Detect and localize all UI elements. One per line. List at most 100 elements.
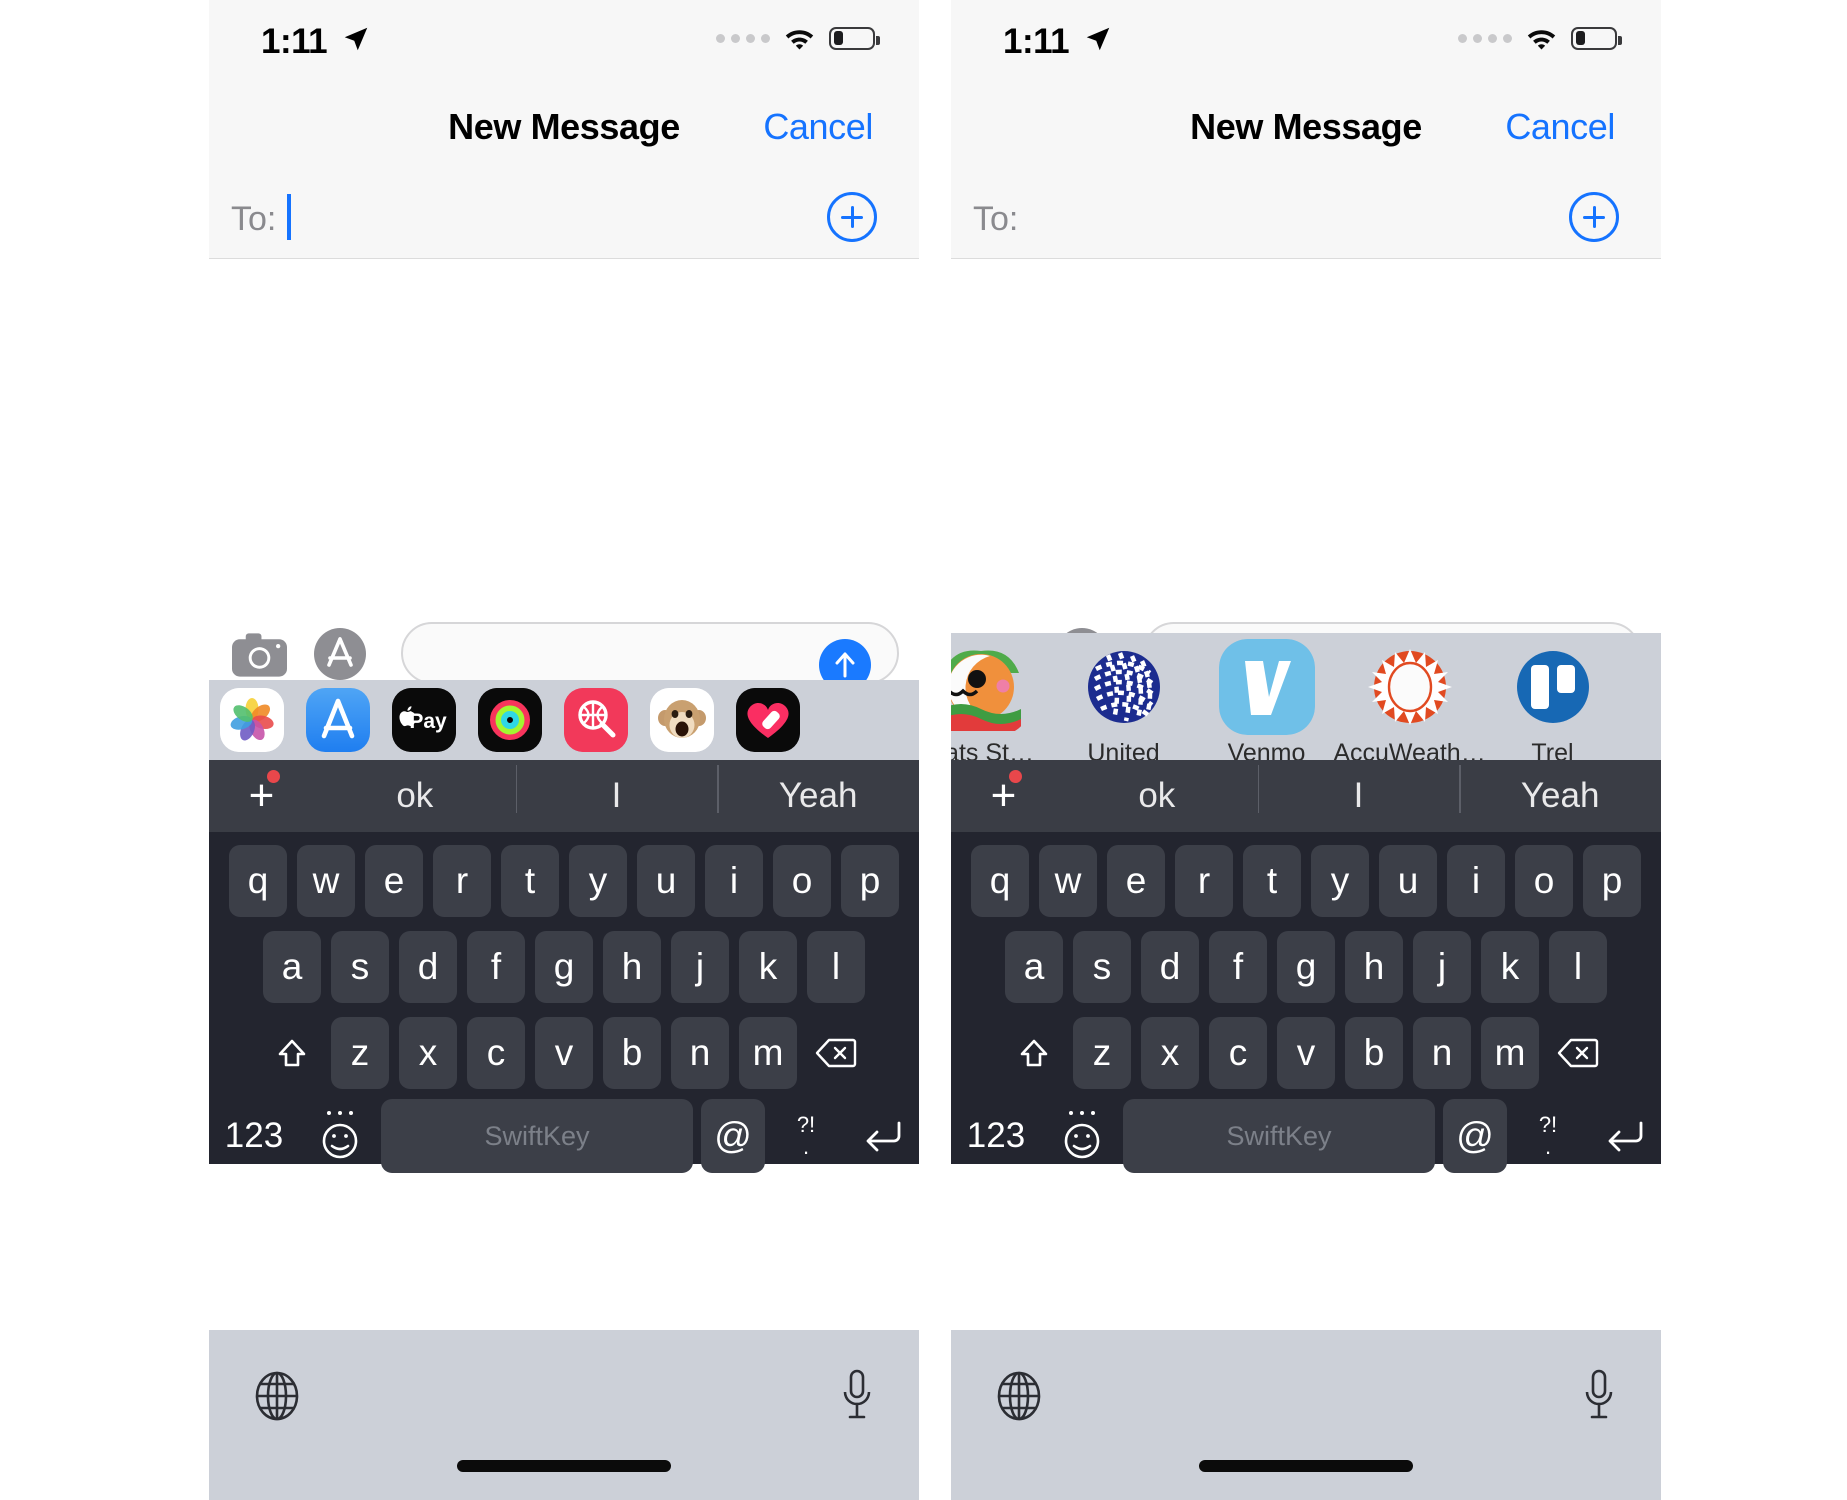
app-drawer-item-accuweather[interactable]: AccuWeath… <box>1333 639 1486 760</box>
key-g[interactable]: g <box>535 931 593 1003</box>
key-x[interactable]: x <box>1141 1017 1199 1089</box>
swiftkey-keyboard[interactable]: q w e r t y u i o p a s d f g h j k l z … <box>209 832 919 1173</box>
key-p[interactable]: p <box>841 845 899 917</box>
key-f[interactable]: f <box>467 931 525 1003</box>
key-y[interactable]: y <box>1311 845 1369 917</box>
key-w[interactable]: w <box>1039 845 1097 917</box>
key-o[interactable]: o <box>773 845 831 917</box>
key-v[interactable]: v <box>1277 1017 1335 1089</box>
key-r[interactable]: r <box>433 845 491 917</box>
key-l[interactable]: l <box>1549 931 1607 1003</box>
key-p[interactable]: p <box>1583 845 1641 917</box>
key-m[interactable]: m <box>739 1017 797 1089</box>
swiftkey-keyboard[interactable]: q w e r t y u i o p a s d f g h j k l z … <box>951 832 1661 1173</box>
suggestion-item-2[interactable]: I <box>1257 765 1460 816</box>
microphone-icon[interactable] <box>1581 1368 1617 1424</box>
key-u[interactable]: u <box>1379 845 1437 917</box>
space-key[interactable]: SwiftKey <box>381 1099 693 1173</box>
add-contact-plus-icon[interactable] <box>1569 192 1619 242</box>
key-m[interactable]: m <box>1481 1017 1539 1089</box>
key-b[interactable]: b <box>603 1017 661 1089</box>
return-enter-icon[interactable] <box>847 1118 919 1154</box>
app-drawer-item-news[interactable]: News <box>553 688 639 752</box>
emoji-smiley-icon[interactable] <box>307 1107 373 1165</box>
key-k[interactable]: k <box>739 931 797 1003</box>
add-contact-plus-icon[interactable] <box>827 192 877 242</box>
cancel-button[interactable]: Cancel <box>763 106 873 148</box>
recipient-field-row[interactable]: To: <box>951 178 1661 259</box>
suggestion-item-1[interactable]: ok <box>314 776 516 816</box>
key-w[interactable]: w <box>297 845 355 917</box>
key-e[interactable]: e <box>1107 845 1165 917</box>
numbers-key[interactable]: 123 <box>209 1116 299 1156</box>
space-key[interactable]: SwiftKey <box>1123 1099 1435 1173</box>
key-b[interactable]: b <box>1345 1017 1403 1089</box>
punctuation-key[interactable]: ?! . <box>1515 1114 1581 1158</box>
key-o[interactable]: o <box>1515 845 1573 917</box>
cancel-button[interactable]: Cancel <box>1505 106 1615 148</box>
key-n[interactable]: n <box>1413 1017 1471 1089</box>
home-indicator-bar[interactable] <box>457 1460 671 1472</box>
imessage-apps-icon[interactable] <box>313 627 367 681</box>
key-z[interactable]: z <box>1073 1017 1131 1089</box>
app-drawer-item-trello[interactable]: Trel <box>1481 639 1624 760</box>
key-y[interactable]: y <box>569 845 627 917</box>
globe-language-icon[interactable] <box>993 1370 1045 1422</box>
app-drawer-item-venmo[interactable]: Venmo <box>1195 639 1338 760</box>
key-x[interactable]: x <box>399 1017 457 1089</box>
key-u[interactable]: u <box>637 845 695 917</box>
key-h[interactable]: h <box>603 931 661 1003</box>
app-drawer-strip[interactable]: Cats St… <box>951 633 1661 760</box>
key-a[interactable]: a <box>263 931 321 1003</box>
key-c[interactable]: c <box>467 1017 525 1089</box>
shift-up-arrow-icon[interactable] <box>1005 1017 1063 1089</box>
key-l[interactable]: l <box>807 931 865 1003</box>
suggestion-item-3[interactable]: Yeah <box>1459 765 1661 816</box>
app-drawer-item-cats-stickers[interactable]: Cats St… <box>951 639 1052 760</box>
key-j[interactable]: j <box>1413 931 1471 1003</box>
app-drawer-item-fitness[interactable]: Fitness <box>467 688 553 752</box>
key-q[interactable]: q <box>229 845 287 917</box>
message-text-input[interactable] <box>401 622 899 691</box>
suggestion-item-2[interactable]: I <box>515 765 718 816</box>
at-symbol-key[interactable]: @ <box>1443 1099 1507 1173</box>
app-drawer-item-app-store[interactable]: App Store <box>295 688 381 752</box>
key-f[interactable]: f <box>1209 931 1267 1003</box>
suggestion-item-3[interactable]: Yeah <box>717 765 919 816</box>
key-a[interactable]: a <box>1005 931 1063 1003</box>
at-symbol-key[interactable]: @ <box>701 1099 765 1173</box>
key-r[interactable]: r <box>1175 845 1233 917</box>
return-enter-icon[interactable] <box>1589 1118 1661 1154</box>
app-drawer-strip[interactable]: Photos App Store Pay <box>209 680 919 760</box>
backspace-delete-icon[interactable] <box>807 1017 865 1089</box>
key-c[interactable]: c <box>1209 1017 1267 1089</box>
key-t[interactable]: t <box>1243 845 1301 917</box>
app-drawer-item-apple-pay[interactable]: Pay Apple Pay <box>381 688 467 752</box>
recipient-field-row[interactable]: To: <box>209 178 919 259</box>
imessage-app-drawer[interactable]: Cats St… <box>951 633 1661 760</box>
key-t[interactable]: t <box>501 845 559 917</box>
shift-up-arrow-icon[interactable] <box>263 1017 321 1089</box>
key-h[interactable]: h <box>1345 931 1403 1003</box>
key-j[interactable]: j <box>671 931 729 1003</box>
emoji-smiley-icon[interactable] <box>1049 1107 1115 1165</box>
key-i[interactable]: i <box>1447 845 1505 917</box>
microphone-icon[interactable] <box>839 1368 875 1424</box>
key-e[interactable]: e <box>365 845 423 917</box>
key-d[interactable]: d <box>399 931 457 1003</box>
suggestion-add-button[interactable]: + <box>951 770 1056 818</box>
app-drawer-item-photos[interactable]: Photos <box>209 688 295 752</box>
punctuation-key[interactable]: ?! . <box>773 1114 839 1158</box>
key-v[interactable]: v <box>535 1017 593 1089</box>
key-s[interactable]: s <box>331 931 389 1003</box>
home-indicator-bar[interactable] <box>1199 1460 1413 1472</box>
suggestion-item-1[interactable]: ok <box>1056 776 1258 816</box>
key-d[interactable]: d <box>1141 931 1199 1003</box>
app-drawer-item-united[interactable]: United <box>1052 639 1195 760</box>
app-drawer-item-health[interactable]: Health <box>725 688 811 752</box>
key-z[interactable]: z <box>331 1017 389 1089</box>
key-s[interactable]: s <box>1073 931 1131 1003</box>
key-k[interactable]: k <box>1481 931 1539 1003</box>
backspace-delete-icon[interactable] <box>1549 1017 1607 1089</box>
key-n[interactable]: n <box>671 1017 729 1089</box>
